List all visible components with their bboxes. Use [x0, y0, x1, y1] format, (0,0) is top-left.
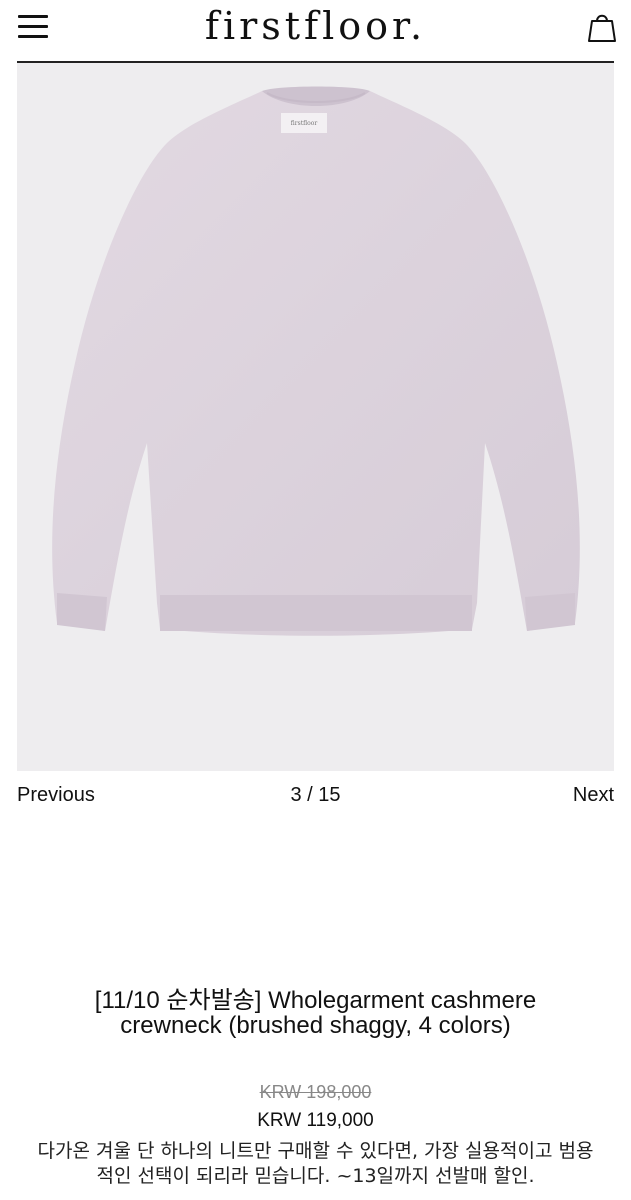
shopping-bag-icon[interactable] [587, 10, 617, 44]
product-title: [11/10 순차발송] Wholegarment cashmere crewn… [0, 988, 631, 1038]
sale-price: KRW 119,000 [257, 1110, 374, 1131]
site-logo[interactable]: firstfloor. [0, 4, 631, 48]
sweater-product-image: firstfloor [52, 86, 580, 636]
product-description: 다가온 겨울 단 하나의 니트만 구매할 수 있다면, 가장 실용적이고 범용 … [0, 1139, 631, 1189]
image-counter: 3 / 15 [290, 784, 341, 806]
gallery-pager: Previous 3 / 15 Next [17, 784, 614, 814]
original-price: KRW 198,000 [259, 1082, 372, 1102]
next-button[interactable]: Next [573, 784, 614, 807]
product-title-line2: crewneck (brushed shaggy, 4 colors) [120, 1012, 511, 1039]
product-info: [11/10 순차발송] Wholegarment cashmere crewn… [0, 988, 631, 1189]
garment-label-text: firstfloor [291, 120, 318, 127]
product-image-gallery[interactable]: firstfloor [17, 63, 614, 771]
product-description-line2: 적인 선택이 되리라 믿습니다. ~13일까지 선발매 할인. [96, 1165, 535, 1187]
site-header: firstfloor. [0, 0, 631, 63]
product-title-line1: [11/10 순차발송] Wholegarment cashmere [94, 987, 537, 1014]
product-description-line1: 다가온 겨울 단 하나의 니트만 구매할 수 있다면, 가장 실용적이고 범용 [37, 1140, 594, 1162]
